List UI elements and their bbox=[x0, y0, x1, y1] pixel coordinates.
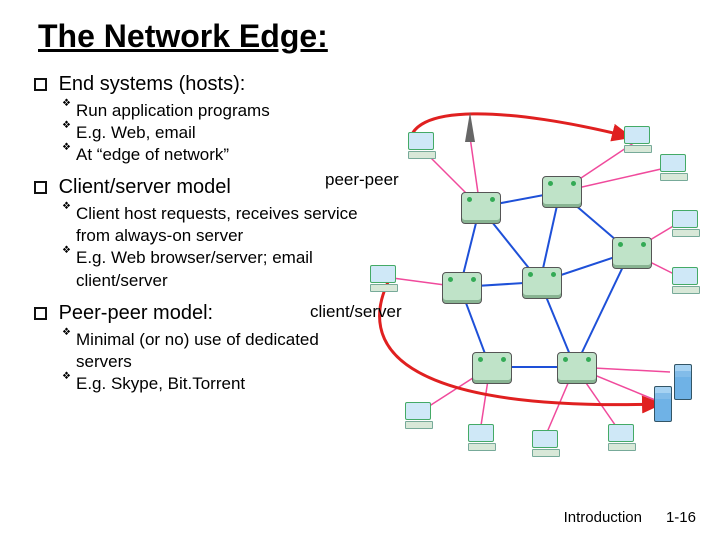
list-item: ❖ E.g. Web, email bbox=[62, 122, 364, 144]
pc-icon bbox=[468, 424, 494, 446]
content-column: End systems (hosts): ❖ Run application p… bbox=[34, 73, 364, 395]
list-item-text: E.g. Skype, Bit.Torrent bbox=[76, 373, 364, 395]
router-icon bbox=[612, 237, 652, 269]
router-icon bbox=[557, 352, 597, 384]
pc-icon bbox=[660, 154, 686, 176]
list-item: ❖ Client host requests, receives service… bbox=[62, 203, 362, 247]
router-icon bbox=[522, 267, 562, 299]
pc-icon bbox=[532, 430, 558, 452]
pc-icon bbox=[672, 210, 698, 232]
pc-icon bbox=[408, 132, 434, 154]
server-icon bbox=[654, 386, 672, 422]
sub-list-client-server: ❖ Client host requests, receives service… bbox=[62, 203, 362, 291]
list-item-text: At “edge of network” bbox=[76, 144, 364, 166]
square-bullet-icon bbox=[34, 307, 47, 320]
router-icon bbox=[442, 272, 482, 304]
diamond-bullet-icon: ❖ bbox=[62, 99, 76, 109]
list-item-text: E.g. Web browser/server; email client/se… bbox=[76, 247, 362, 291]
list-item-text: Run application programs bbox=[76, 100, 364, 122]
section-head-text: Peer-peer model: bbox=[59, 302, 214, 324]
diagram-label-peer-peer: peer-peer bbox=[325, 170, 399, 190]
slide-title: The Network Edge: bbox=[38, 18, 690, 55]
pc-icon bbox=[405, 402, 431, 424]
diamond-bullet-icon: ❖ bbox=[62, 246, 76, 256]
diagram-label-client-server: client/server bbox=[310, 302, 402, 322]
square-bullet-icon bbox=[34, 78, 47, 91]
diamond-bullet-icon: ❖ bbox=[62, 372, 76, 382]
sub-list-end-systems: ❖ Run application programs ❖ E.g. Web, e… bbox=[62, 100, 364, 166]
server-icon bbox=[674, 364, 692, 400]
square-bullet-icon bbox=[34, 181, 47, 194]
pc-icon bbox=[370, 265, 396, 287]
diamond-bullet-icon: ❖ bbox=[62, 143, 76, 153]
diamond-bullet-icon: ❖ bbox=[62, 328, 76, 338]
list-item: ❖ Minimal (or no) use of dedicated serve… bbox=[62, 329, 364, 373]
pc-icon bbox=[608, 424, 634, 446]
diamond-bullet-icon: ❖ bbox=[62, 121, 76, 131]
section-head-client-server: Client/server model bbox=[34, 176, 364, 199]
list-item: ❖ At “edge of network” bbox=[62, 144, 364, 166]
footer-label: Introduction bbox=[564, 509, 642, 526]
pc-icon bbox=[672, 267, 698, 289]
diamond-bullet-icon: ❖ bbox=[62, 202, 76, 212]
list-item-text: E.g. Web, email bbox=[76, 122, 364, 144]
list-item: ❖ E.g. Skype, Bit.Torrent bbox=[62, 373, 364, 395]
section-head-text: Client/server model bbox=[59, 176, 231, 198]
slide: The Network Edge: End systems (hosts): ❖… bbox=[0, 0, 720, 540]
router-icon bbox=[472, 352, 512, 384]
list-item-text: Client host requests, receives service f… bbox=[76, 203, 362, 247]
sub-list-peer-peer: ❖ Minimal (or no) use of dedicated serve… bbox=[62, 329, 364, 395]
section-head-text: End systems (hosts): bbox=[59, 73, 246, 95]
list-item-text: Minimal (or no) use of dedicated servers bbox=[76, 329, 364, 373]
list-item: ❖ Run application programs bbox=[62, 100, 364, 122]
router-icon bbox=[542, 176, 582, 208]
footer-page-number: 1-16 bbox=[666, 509, 696, 526]
wireless-tower-icon bbox=[465, 112, 475, 142]
list-item: ❖ E.g. Web browser/server; email client/… bbox=[62, 247, 362, 291]
section-head-end-systems: End systems (hosts): bbox=[34, 73, 364, 96]
diagram-links-icon bbox=[330, 112, 700, 472]
network-diagram: peer-peer client/server bbox=[330, 112, 700, 472]
pc-icon bbox=[624, 126, 650, 148]
router-icon bbox=[461, 192, 501, 224]
